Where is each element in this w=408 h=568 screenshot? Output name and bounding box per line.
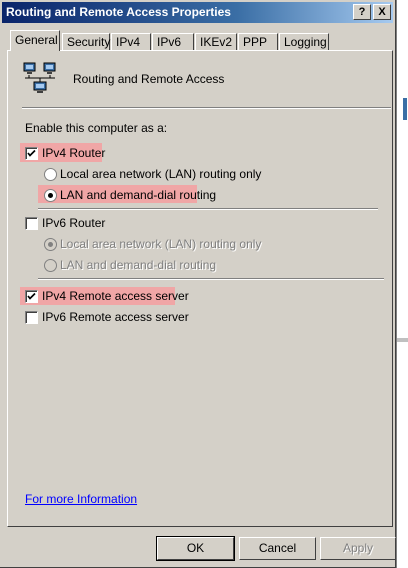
- tab-logging[interactable]: Logging: [279, 33, 329, 50]
- background-window-strip: [396, 0, 408, 568]
- tab-ppp[interactable]: PPP: [238, 33, 278, 50]
- tab-ikev2[interactable]: IKEv2: [195, 33, 237, 50]
- background-accent: [403, 98, 407, 120]
- tab-ipv6[interactable]: IPv6: [152, 33, 194, 50]
- dialog-title: Routing and Remote Access Properties: [6, 5, 231, 19]
- close-button[interactable]: X: [373, 4, 391, 20]
- general-tab-panel: [7, 50, 393, 527]
- title-bar[interactable]: Routing and Remote Access Properties ? X: [2, 2, 393, 23]
- cancel-button[interactable]: Cancel: [239, 537, 316, 560]
- apply-button[interactable]: Apply: [320, 537, 396, 560]
- ok-button[interactable]: OK: [156, 536, 235, 561]
- tab-security[interactable]: Security: [62, 33, 110, 50]
- tab-ipv4[interactable]: IPv4: [111, 33, 151, 50]
- properties-dialog: Routing and Remote Access Properties ? X…: [0, 0, 396, 568]
- background-bar: [397, 338, 408, 342]
- help-button[interactable]: ?: [353, 4, 371, 20]
- tab-general[interactable]: General: [10, 30, 60, 51]
